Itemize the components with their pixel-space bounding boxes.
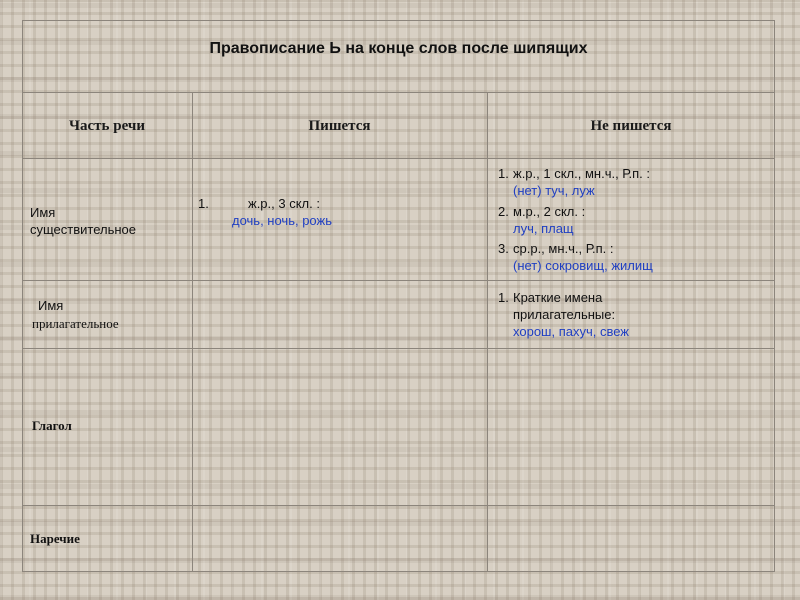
column-divider	[487, 92, 488, 572]
noun-nw1-marker: 1.	[498, 166, 509, 181]
noun-label-line1: Имя	[30, 205, 56, 220]
noun-written-examples: дочь, ночь, рожь	[232, 213, 332, 228]
adjective-nw-rule-line1: Краткие имена	[513, 290, 603, 305]
row-divider	[22, 505, 775, 506]
noun-nw3-marker: 3.	[498, 241, 509, 256]
adjective-label-line1: Имя	[38, 298, 64, 313]
table-title: Правописание Ь на конце слов после шипящ…	[209, 40, 588, 57]
header-written: Пишется	[308, 118, 371, 134]
adverb-label: Наречие	[30, 531, 80, 546]
adjective-nw-rule-line2: прилагательные:	[513, 307, 616, 322]
adjective-label-line2: прилагательное	[32, 316, 119, 331]
noun-written-rule: ж.р., 3 скл. :	[248, 196, 320, 211]
noun-label-line2: существительное	[30, 222, 137, 237]
verb-label: Глагол	[32, 418, 72, 433]
noun-nw3-rule: ср.р., мн.ч., Р.п. :	[513, 241, 614, 256]
row-divider	[22, 92, 775, 93]
noun-written-marker: 1.	[198, 196, 209, 211]
noun-nw1-examples: (нет) туч, луж	[513, 183, 595, 198]
row-divider	[22, 280, 775, 281]
noun-nw3-examples: (нет) сокровищ, жилищ	[513, 258, 653, 273]
header-not-written: Не пишется	[590, 118, 672, 134]
row-divider	[22, 158, 775, 159]
noun-nw2-examples: луч, плащ	[513, 221, 574, 236]
column-divider	[192, 92, 193, 572]
adjective-nw-examples: хорош, пахуч, свеж	[513, 324, 630, 339]
row-divider	[22, 348, 775, 349]
header-part-of-speech: Часть речи	[69, 118, 145, 134]
noun-nw2-marker: 2.	[498, 204, 509, 219]
adjective-nw-marker: 1.	[498, 290, 509, 305]
noun-nw1-rule: ж.р., 1 скл., мн.ч., Р.п. :	[513, 166, 651, 181]
noun-nw2-rule: м.р., 2 скл. :	[513, 204, 586, 219]
table-frame	[22, 20, 775, 572]
